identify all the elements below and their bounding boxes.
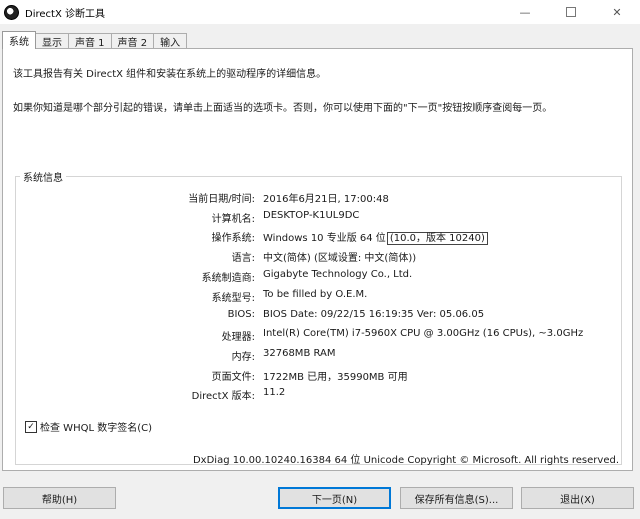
info-row-os: 操作系统: Windows 10 专业版 64 位 (10.0，版本 10240)	[16, 229, 621, 245]
version-copyright: DxDiag 10.00.10240.16384 64 位 Unicode Co…	[192, 455, 619, 466]
info-row-page-file: 页面文件: 1722MB 已用，35990MB 可用	[16, 368, 621, 383]
help-button[interactable]: 帮助(H)	[3, 487, 116, 509]
info-value: 11.2	[263, 387, 286, 398]
maximize-button[interactable]	[548, 0, 594, 24]
info-row-model: 系统型号: To be filled by O.E.M.	[16, 289, 621, 304]
save-all-info-button[interactable]: 保存所有信息(S)...	[400, 487, 513, 509]
info-label: 计算机名:	[211, 214, 255, 225]
os-version-highlight: (10.0，版本 10240)	[386, 232, 488, 245]
info-label: 操作系统:	[211, 233, 255, 244]
next-page-button[interactable]: 下一页(N)	[278, 487, 391, 509]
info-label: BIOS:	[227, 309, 255, 320]
info-row-datetime: 当前日期/时间: 2016年6月21日, 17:00:48	[16, 190, 621, 205]
tab-sound-2[interactable]: 声音 2	[110, 33, 155, 49]
whql-checkbox[interactable]: ✓	[25, 420, 37, 433]
title-bar: DirectX 诊断工具 — ✕	[0, 0, 640, 24]
info-value: 32768MB RAM	[263, 348, 336, 359]
maximize-icon	[566, 7, 576, 17]
info-row-memory: 内存: 32768MB RAM	[16, 348, 621, 363]
tab-system[interactable]: 系统	[2, 31, 36, 49]
info-label: 当前日期/时间:	[188, 194, 255, 205]
info-row-computer-name: 计算机名: DESKTOP-K1UL9DC	[16, 210, 621, 225]
tab-sound-1[interactable]: 声音 1	[68, 33, 112, 49]
whql-checkbox-row[interactable]: ✓ 检查 WHQL 数字签名(C)	[25, 419, 152, 434]
intro-line-2: 如果你知道是哪个部分引起的错误，请单击上面适当的选项卡。否则，你可以使用下面的"…	[13, 103, 553, 114]
whql-label: 检查 WHQL 数字签名(C)	[40, 423, 152, 434]
info-label: 语言:	[231, 253, 255, 264]
info-value: Windows 10 专业版 64 位	[263, 233, 386, 244]
info-label: DirectX 版本:	[191, 391, 255, 402]
system-tab-panel: 该工具报告有关 DirectX 组件和安装在系统上的驱动程序的详细信息。 如果你…	[2, 48, 633, 471]
info-label: 处理器:	[221, 332, 255, 343]
info-row-manufacturer: 系统制造商: Gigabyte Technology Co., Ltd.	[16, 269, 621, 284]
window-title: DirectX 诊断工具	[25, 8, 105, 20]
exit-button[interactable]: 退出(X)	[521, 487, 634, 509]
info-label: 系统制造商:	[201, 273, 255, 284]
info-row-language: 语言: 中文(简体) (区域设置: 中文(简体))	[16, 249, 621, 264]
info-value: 2016年6月21日, 17:00:48	[263, 194, 389, 205]
info-value: Gigabyte Technology Co., Ltd.	[263, 269, 413, 280]
system-info-title: 系统信息	[20, 169, 66, 184]
info-value-wrap: Windows 10 专业版 64 位 (10.0，版本 10240)	[263, 229, 488, 245]
system-info-group: 系统信息 当前日期/时间: 2016年6月21日, 17:00:48 计算机名:…	[15, 169, 622, 465]
info-value: DESKTOP-K1UL9DC	[263, 210, 360, 221]
info-row-processor: 处理器: Intel(R) Core(TM) i7-5960X CPU @ 3.…	[16, 328, 621, 343]
window-controls: — ✕	[502, 0, 640, 24]
info-value: BIOS Date: 09/22/15 16:19:35 Ver: 05.06.…	[263, 309, 485, 320]
info-label: 内存:	[231, 352, 255, 363]
minimize-button[interactable]: —	[502, 0, 548, 24]
directx-icon	[4, 4, 19, 20]
tab-strip: 系统 显示 声音 1 声音 2 输入	[2, 31, 188, 49]
info-value: 1722MB 已用，35990MB 可用	[263, 372, 408, 383]
close-button[interactable]: ✕	[594, 0, 640, 24]
info-row-bios: BIOS: BIOS Date: 09/22/15 16:19:35 Ver: …	[16, 309, 621, 323]
tab-input[interactable]: 输入	[153, 33, 188, 49]
tab-display[interactable]: 显示	[35, 33, 69, 49]
intro-line-1: 该工具报告有关 DirectX 组件和安装在系统上的驱动程序的详细信息。	[13, 69, 327, 80]
close-icon: ✕	[612, 5, 622, 19]
minimize-icon: —	[519, 5, 531, 19]
info-value: To be filled by O.E.M.	[263, 289, 368, 300]
info-label: 页面文件:	[211, 372, 255, 383]
info-row-directx-version: DirectX 版本: 11.2	[16, 387, 621, 402]
info-value: 中文(简体) (区域设置: 中文(简体))	[263, 253, 417, 264]
info-value: Intel(R) Core(TM) i7-5960X CPU @ 3.00GHz…	[263, 328, 584, 339]
info-label: 系统型号:	[211, 293, 255, 304]
